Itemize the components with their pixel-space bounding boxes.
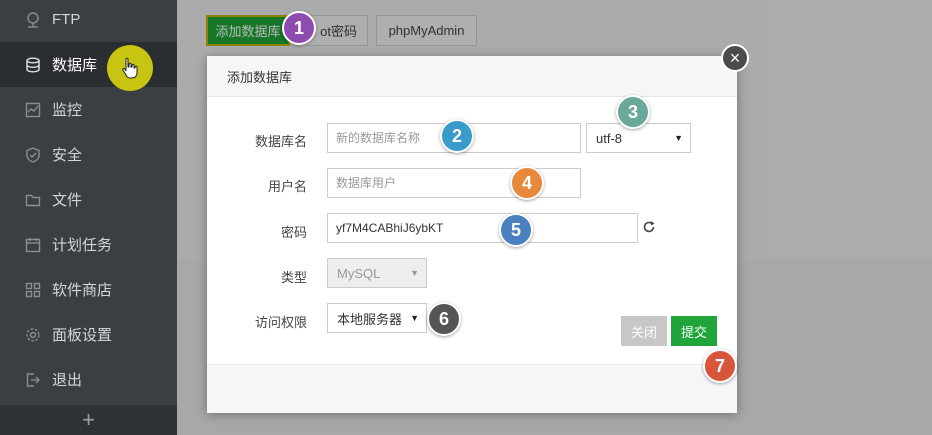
grid-icon bbox=[24, 281, 42, 299]
dialog-footer bbox=[207, 364, 737, 413]
charset-value: utf-8 bbox=[596, 130, 623, 146]
cursor-highlight bbox=[107, 45, 153, 91]
sidebar-item-monitor[interactable]: 监控 bbox=[0, 87, 177, 132]
sidebar-item-label: 退出 bbox=[52, 372, 83, 389]
step-badge-2: 2 bbox=[440, 119, 474, 153]
chevron-down-icon: ▼ bbox=[410, 268, 419, 278]
shield-icon bbox=[24, 146, 42, 164]
folder-icon bbox=[24, 191, 42, 209]
submit-button[interactable]: 提交 bbox=[671, 316, 717, 346]
step-badge-5: 5 bbox=[499, 213, 533, 247]
plus-icon: + bbox=[82, 407, 95, 432]
chevron-down-icon: ▼ bbox=[410, 313, 419, 323]
hand-cursor-icon bbox=[122, 57, 138, 79]
close-button-label: 关闭 bbox=[630, 324, 657, 340]
dialog-close-button[interactable]: × bbox=[721, 44, 749, 72]
sidebar-item-label: 软件商店 bbox=[52, 282, 113, 299]
sidebar-item-label: 数据库 bbox=[52, 57, 98, 74]
close-icon: × bbox=[729, 47, 741, 68]
username-label: 用户名 bbox=[267, 179, 307, 194]
access-select[interactable]: 本地服务器 ▼ bbox=[327, 303, 427, 333]
sidebar-expand-button[interactable]: + bbox=[0, 405, 177, 435]
gear-icon bbox=[24, 326, 42, 344]
sidebar-item-files[interactable]: 文件 bbox=[0, 177, 177, 222]
sidebar-item-store[interactable]: 软件商店 bbox=[0, 267, 177, 312]
chevron-down-icon: ▼ bbox=[674, 133, 683, 143]
submit-button-label: 提交 bbox=[680, 324, 707, 340]
dialog-title: 添加数据库 bbox=[227, 69, 293, 85]
sidebar-item-label: 文件 bbox=[52, 192, 83, 209]
access-label: 访问权限 bbox=[254, 315, 307, 330]
access-value: 本地服务器 bbox=[337, 311, 403, 327]
type-value: MySQL bbox=[337, 265, 381, 281]
close-button[interactable]: 关闭 bbox=[621, 316, 667, 346]
type-label: 类型 bbox=[280, 270, 307, 285]
step-badge-4: 4 bbox=[510, 166, 544, 200]
sidebar-item-label: 面板设置 bbox=[52, 327, 113, 344]
type-select: MySQL ▼ bbox=[327, 258, 427, 288]
password-input[interactable] bbox=[327, 213, 638, 243]
step-badge-7: 7 bbox=[703, 349, 737, 383]
database-icon bbox=[24, 56, 42, 74]
sidebar-item-settings[interactable]: 面板设置 bbox=[0, 312, 177, 357]
password-label: 密码 bbox=[280, 225, 307, 240]
monitor-icon bbox=[24, 101, 42, 119]
step-badge-6: 6 bbox=[427, 302, 461, 336]
sidebar-item-ftp[interactable]: FTP bbox=[0, 0, 177, 42]
ftp-icon bbox=[24, 11, 42, 29]
refresh-icon[interactable] bbox=[642, 220, 656, 234]
sidebar-item-security[interactable]: 安全 bbox=[0, 132, 177, 177]
db-name-label: 数据库名 bbox=[254, 134, 307, 149]
calendar-icon bbox=[24, 236, 42, 254]
sidebar-item-label: 计划任务 bbox=[52, 237, 113, 254]
logout-icon bbox=[24, 371, 42, 389]
dialog-header: 添加数据库 bbox=[207, 56, 737, 97]
sidebar-item-label: 监控 bbox=[52, 102, 83, 119]
sidebar-item-label: FTP bbox=[52, 11, 81, 28]
step-badge-1: 1 bbox=[282, 11, 316, 45]
step-badge-3: 3 bbox=[616, 95, 650, 129]
sidebar-item-cron[interactable]: 计划任务 bbox=[0, 222, 177, 267]
sidebar-item-label: 安全 bbox=[52, 147, 83, 164]
sidebar-item-logout[interactable]: 退出 bbox=[0, 357, 177, 402]
